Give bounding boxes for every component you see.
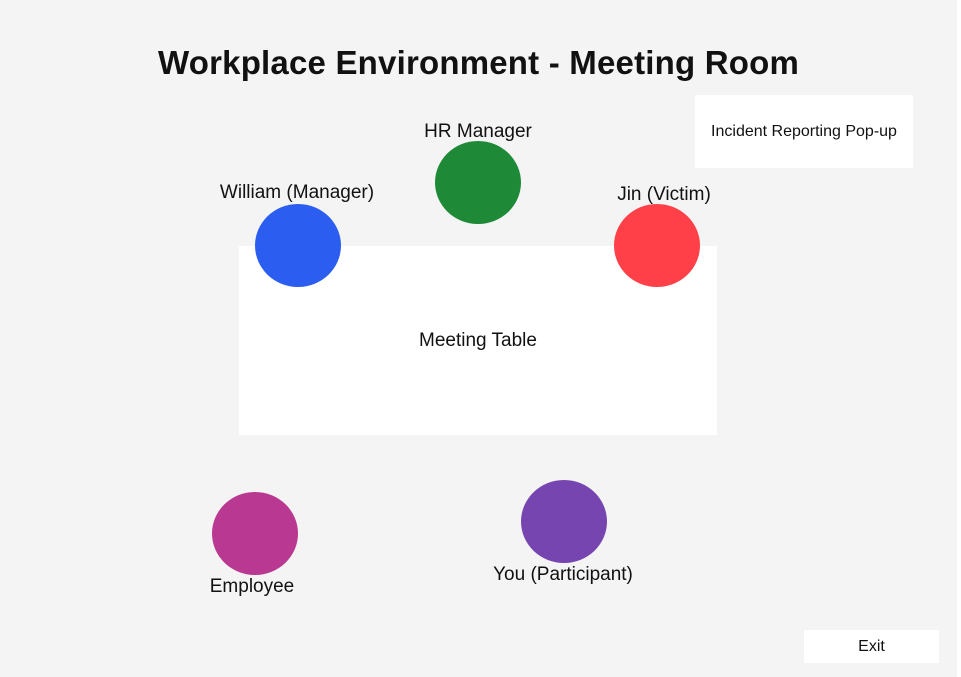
employee-avatar[interactable] [212, 492, 298, 575]
hr-manager-label: HR Manager [424, 121, 532, 142]
hr-manager-avatar[interactable] [435, 141, 521, 224]
you-label: You (Participant) [493, 564, 633, 585]
page-title: Workplace Environment - Meeting Room [158, 44, 799, 81]
jin-label: Jin (Victim) [617, 184, 711, 205]
exit-button[interactable]: Exit [804, 630, 939, 663]
william-label: William (Manager) [219, 182, 375, 203]
you-avatar[interactable] [521, 480, 607, 563]
william-avatar[interactable] [255, 204, 341, 287]
meeting-table-label: Meeting Table [419, 329, 537, 351]
meeting-room-scene: Workplace Environment - Meeting Room Inc… [0, 0, 957, 677]
jin-avatar[interactable] [614, 204, 700, 287]
employee-label: Employee [209, 576, 295, 597]
incident-reporting-popup[interactable]: Incident Reporting Pop-up [695, 95, 913, 168]
